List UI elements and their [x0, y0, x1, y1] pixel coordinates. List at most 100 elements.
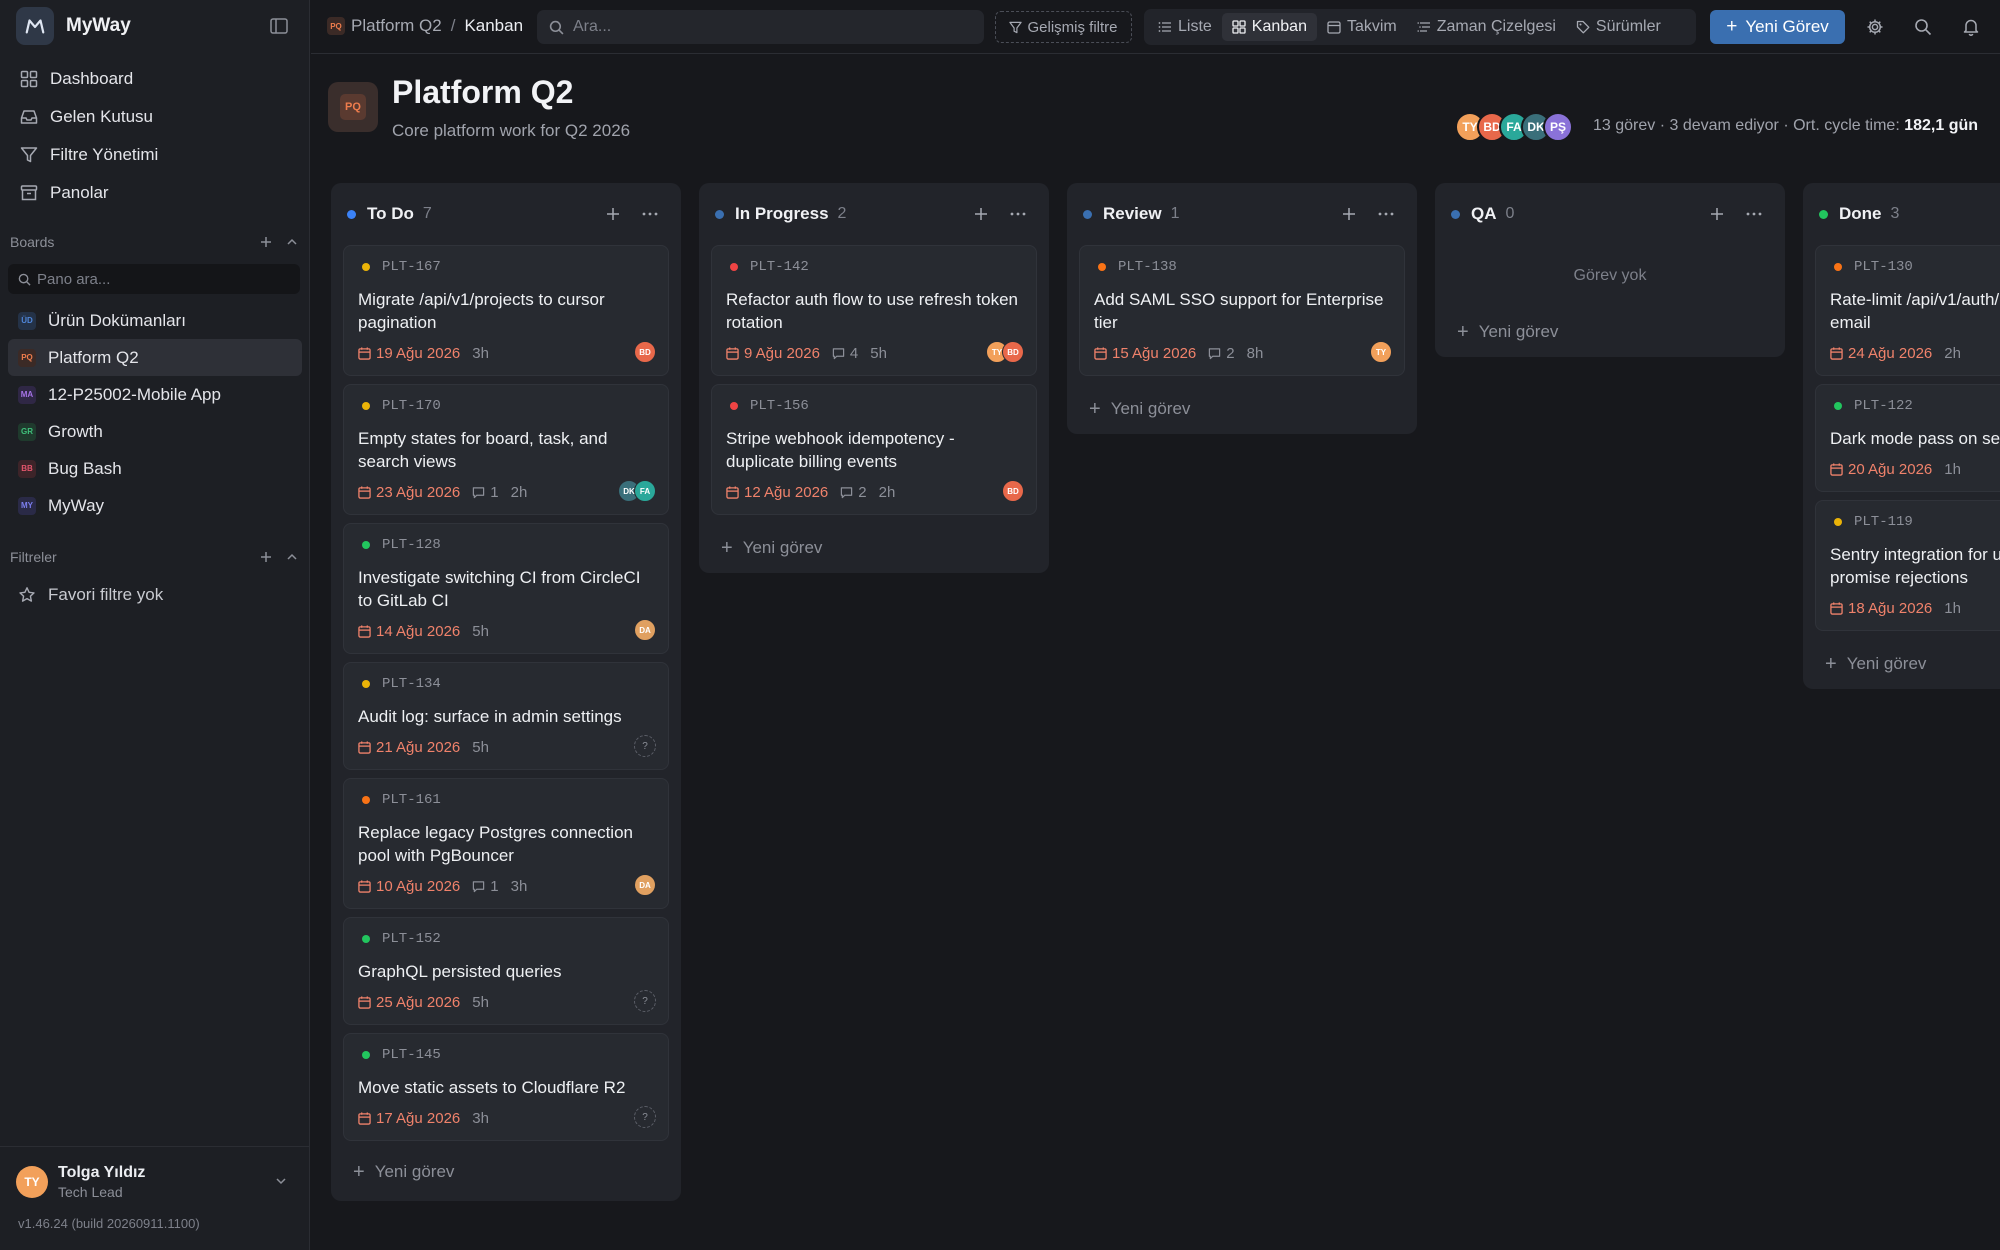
assignee-avatar: TY: [1370, 341, 1392, 363]
breadcrumb-project[interactable]: Platform Q2: [351, 16, 442, 36]
new-task-inline-button[interactable]: + Yeni görev: [1435, 307, 1785, 357]
tab-label: Liste: [1178, 18, 1212, 35]
sidebar-board-item[interactable]: ÜD Ürün Dokümanları: [8, 302, 302, 339]
add-task-icon[interactable]: [1341, 206, 1357, 222]
sidebar: MyWay Dashboard Gelen Kutusu Filtre Yöne…: [0, 0, 310, 1250]
project-members[interactable]: TY BD FA DK PŞ: [1455, 112, 1573, 142]
more-icon[interactable]: [1377, 206, 1395, 222]
favorite-filters-empty: Favori filtre yok: [18, 582, 163, 608]
calendar-icon: [358, 346, 371, 360]
boards-list: ÜD Ürün Dokümanları PQ Platform Q2 MA 12-P250…: [8, 302, 302, 524]
nav-item-label: Panolar: [50, 183, 109, 202]
sidebar-board-item[interactable]: GR Growth: [8, 413, 302, 450]
task-assignees[interactable]: BD: [1002, 480, 1024, 502]
member-avatar: PŞ: [1543, 112, 1573, 142]
task-card[interactable]: PLT-167 Migrate /api/v1/projects to curso…: [343, 245, 669, 376]
task-card[interactable]: PLT-161 Replace legacy Postgres connectio…: [343, 778, 669, 909]
new-task-label: Yeni Görev: [1745, 17, 1829, 36]
due-date: 18 Ağu 2026: [1830, 600, 1932, 617]
star-icon: [19, 587, 35, 602]
sidebar-board-item[interactable]: BB Bug Bash: [8, 450, 302, 487]
add-task-icon[interactable]: [973, 206, 989, 222]
more-icon[interactable]: [1009, 206, 1027, 222]
chevron-down-icon[interactable]: [274, 1174, 288, 1188]
more-icon[interactable]: [641, 206, 659, 222]
nav-item-filter-management[interactable]: Filtre Yönetimi: [8, 136, 302, 174]
board-search-input[interactable]: [37, 270, 277, 288]
favorite-filters-empty-label: Favori filtre yok: [48, 585, 164, 604]
new-task-inline-button[interactable]: + Yeni görev: [331, 1147, 681, 1197]
task-assignees[interactable]: BD: [634, 341, 656, 363]
task-title: Stripe webhook idempotency - duplicate b…: [726, 429, 955, 471]
new-task-inline-button[interactable]: + Yeni görev: [699, 523, 1049, 573]
task-card[interactable]: PLT-119 Sentry integration for unhandled …: [1815, 500, 2000, 631]
task-meta: 12 Ağu 2026 2 2h: [726, 482, 1022, 502]
add-task-icon[interactable]: [1709, 206, 1725, 222]
user-menu[interactable]: TY Tolga Yıldız Tech Lead: [16, 1160, 296, 1204]
new-task-button[interactable]: + Yeni Görev: [1710, 10, 1845, 44]
due-date: 14 Ağu 2026: [358, 623, 460, 640]
tab-list[interactable]: Liste: [1148, 13, 1222, 41]
board-search[interactable]: [8, 264, 300, 294]
sidebar-board-item[interactable]: MY MyWay: [8, 487, 302, 524]
due-date: 17 Ağu 2026: [358, 1110, 460, 1127]
gear-icon[interactable]: [1866, 18, 1884, 36]
task-key-text: PLT-138: [1118, 259, 1177, 275]
nav-item-boards[interactable]: Panolar: [8, 174, 302, 212]
app-logo[interactable]: [16, 7, 54, 45]
estimate: 3h: [510, 877, 528, 895]
tab-calendar[interactable]: Takvim: [1317, 13, 1407, 41]
board-badge: BB: [18, 459, 36, 478]
tab-timeline[interactable]: Zaman Çizelgesi: [1407, 13, 1566, 41]
chevron-up-icon[interactable]: [284, 549, 300, 565]
task-key: PLT-122: [1830, 397, 2000, 415]
task-card[interactable]: PLT-128 Investigate switching CI from Cir…: [343, 523, 669, 654]
task-assignees[interactable]: ?: [634, 990, 656, 1012]
bell-icon[interactable]: [1962, 18, 1980, 36]
chevron-up-icon[interactable]: [284, 234, 300, 250]
nav-item-dashboard[interactable]: Dashboard: [8, 60, 302, 98]
task-assignees[interactable]: ?: [634, 1106, 656, 1128]
task-card[interactable]: PLT-138 Add SAML SSO support for Enterpri…: [1079, 245, 1405, 376]
task-assignees[interactable]: TY BD: [986, 341, 1024, 363]
task-card[interactable]: PLT-142 Refactor auth flow to use refresh…: [711, 245, 1037, 376]
add-task-icon[interactable]: [605, 206, 621, 222]
task-card[interactable]: PLT-156 Stripe webhook idempotency - dupl…: [711, 384, 1037, 515]
task-key-text: PLT-119: [1854, 514, 1913, 530]
due-date-text: 9 Ağu 2026: [744, 344, 820, 362]
task-assignees[interactable]: DA: [634, 874, 656, 896]
add-filter-icon[interactable]: [258, 549, 274, 565]
task-card[interactable]: PLT-134 Audit log: surface in admin setti…: [343, 662, 669, 770]
more-icon[interactable]: [1745, 206, 1763, 222]
task-assignees[interactable]: DK FA: [618, 480, 656, 502]
sidebar-board-item[interactable]: MA 12-P25002-Mobile App: [8, 376, 302, 413]
task-key: PLT-130: [1830, 258, 2000, 276]
column-header: Review 1: [1067, 183, 1417, 245]
task-card[interactable]: PLT-170 Empty states for board, task, and…: [343, 384, 669, 515]
advanced-filter-button[interactable]: Gelişmiş filtre: [995, 11, 1132, 43]
sidebar-board-item[interactable]: PQ Platform Q2: [8, 339, 302, 376]
tab-releases[interactable]: Sürümler: [1566, 13, 1671, 41]
task-card[interactable]: PLT-122 Dark mode pass on settings 20 Ağu …: [1815, 384, 2000, 492]
search-input[interactable]: [573, 18, 973, 36]
task-assignees[interactable]: ?: [634, 735, 656, 757]
assignee-avatar: BD: [1002, 341, 1024, 363]
new-task-inline-button[interactable]: + Yeni görev: [1067, 384, 1417, 434]
nav-item-inbox[interactable]: Gelen Kutusu: [8, 98, 302, 136]
new-task-inline-button[interactable]: + Yeni görev: [1803, 639, 2000, 689]
sidebar-toggle-icon[interactable]: [270, 18, 288, 34]
add-board-icon[interactable]: [258, 234, 274, 250]
assignee-avatar: BD: [1002, 480, 1024, 502]
task-card[interactable]: PLT-152 GraphQL persisted queries 25 Ağu 2…: [343, 917, 669, 1025]
task-assignees[interactable]: TY: [1370, 341, 1392, 363]
search-icon[interactable]: [1914, 18, 1932, 36]
tab-kanban[interactable]: Kanban: [1221, 13, 1317, 41]
priority-dot: [1834, 518, 1842, 526]
task-card[interactable]: PLT-145 Move static assets to Cloudflare …: [343, 1033, 669, 1141]
global-search[interactable]: [537, 10, 984, 44]
task-card[interactable]: PLT-130 Rate-limit /api/v1/auth/login by …: [1815, 245, 2000, 376]
filters-section-header: Filtreler: [10, 545, 300, 569]
tag-icon: [1576, 20, 1590, 34]
task-assignees[interactable]: DA: [634, 619, 656, 641]
task-key: PLT-170: [358, 397, 654, 415]
